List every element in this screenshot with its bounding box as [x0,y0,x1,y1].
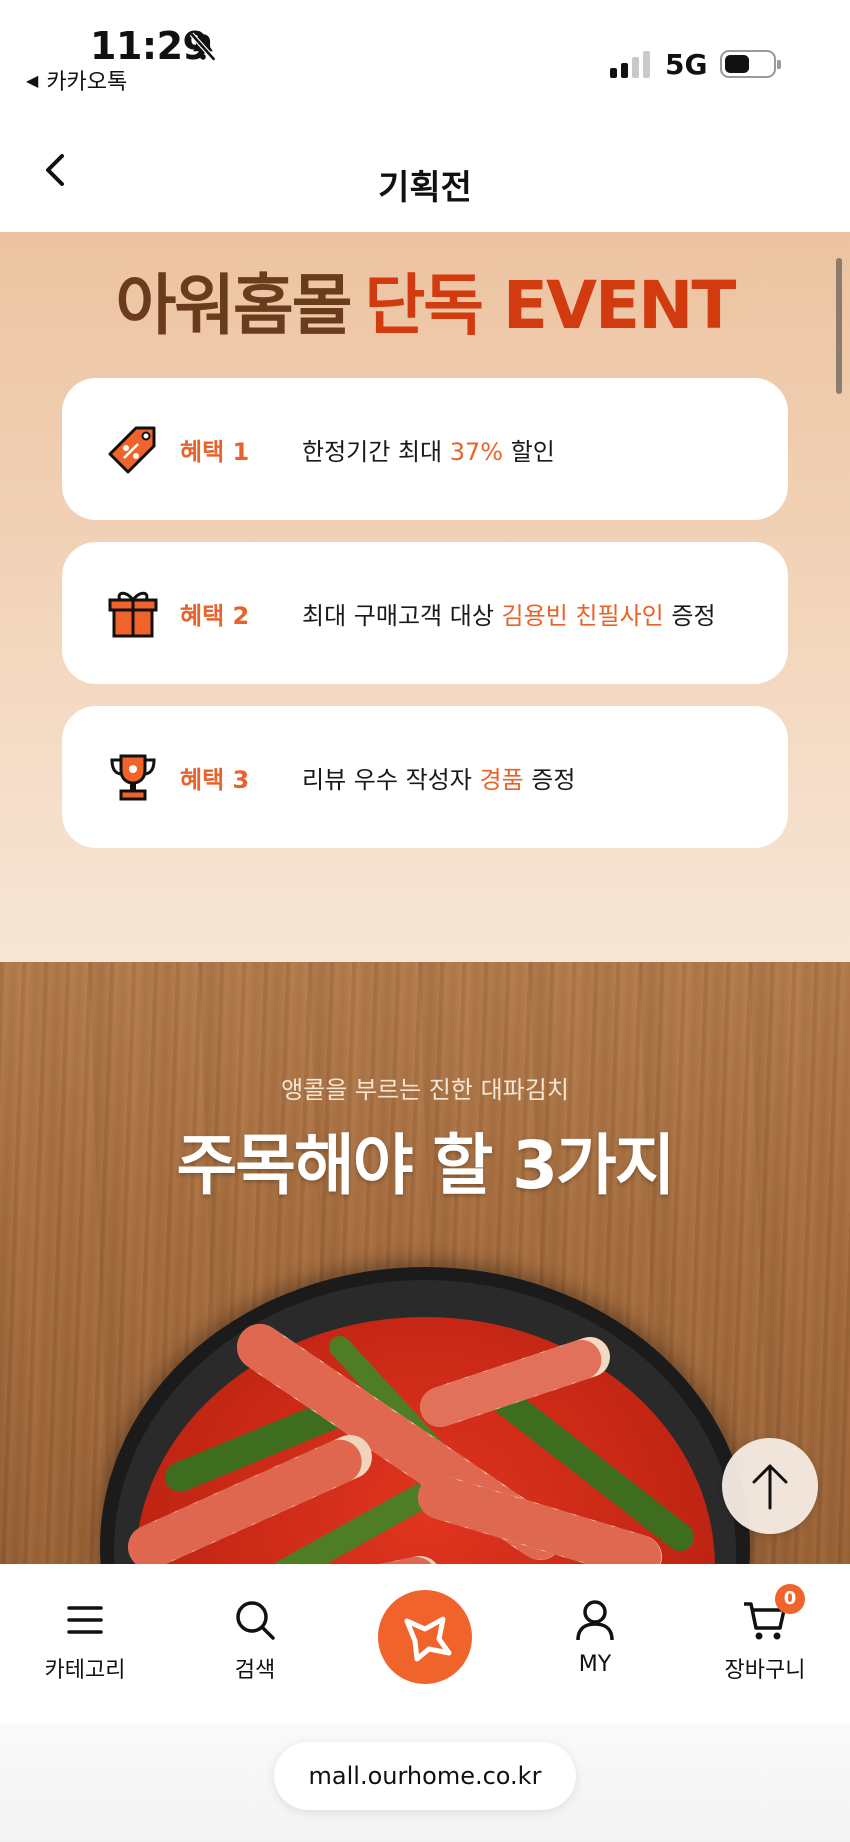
hero-subtitle: 앵콜을 부르는 진한 대파김치 [281,1076,569,1104]
nav-search[interactable]: 검색 [195,1598,315,1684]
event-title: 아워홈몰 단독 EVENT [0,252,850,348]
benefit-card-2: 혜택 2 최대 구매고객 대상 김용빈 친필사인 증정 [62,542,788,684]
benefit-card-3: 혜택 3 리뷰 우수 작성자 경품 증정 [62,706,788,848]
ourhome-logo-icon [404,1616,452,1662]
event-title-highlight: 단독 EVENT [364,267,736,344]
bottom-navigation: 카테고리 검색 MY 0 장바구니 [0,1564,850,1724]
discount-tag-icon [108,426,156,474]
nav-cart[interactable]: 0 장바구니 [705,1584,825,1684]
page-header: 기획전 [0,100,850,232]
event-banner: 아워홈몰 단독 EVENT 혜택 1 한정기간 최대 37% 할인 혜택 2 최대… [0,232,850,962]
browser-url-area: mall.ourhome.co.kr [0,1724,850,1842]
nav-label: 장바구니 [724,1658,806,1683]
trophy-icon [110,754,156,801]
benefit-card-1: 혜택 1 한정기간 최대 37% 할인 [62,378,788,520]
benefit-tag: 혜택 1 [180,437,250,466]
cart-count-badge: 0 [775,1584,805,1614]
benefit-text: 한정기간 최대 37% 할인 [302,437,555,466]
back-to-app-link[interactable]: ◀ 카카오톡 [26,64,127,96]
status-bar: 11:29 ◀ 카카오톡 5G [0,0,850,100]
url-bar[interactable]: mall.ourhome.co.kr [274,1742,576,1810]
event-title-brand: 아워홈몰 [115,267,353,344]
nav-my[interactable]: MY [535,1598,655,1677]
nav-label: MY [578,1652,612,1677]
search-icon [236,1601,275,1640]
scrollbar[interactable] [836,258,842,394]
benefit-tag: 혜택 3 [180,765,250,794]
benefit-text: 리뷰 우수 작성자 경품 증정 [302,765,576,794]
arrow-up-icon [752,1464,788,1510]
network-label: 5G [665,48,708,81]
user-icon [576,1600,614,1641]
nav-label: 카테고리 [44,1658,126,1683]
back-triangle-icon: ◀ [26,70,39,90]
scroll-top-button[interactable] [722,1438,818,1534]
benefit-tag: 혜택 2 [180,601,250,630]
nav-category[interactable]: 카테고리 [25,1598,145,1684]
bell-slash-icon [189,32,217,62]
page-title: 기획전 [378,168,472,208]
hero-headline: 주목해야 할 3가지 [176,1127,676,1204]
signal-icon [610,50,650,78]
back-app-label: 카카오톡 [46,70,128,95]
menu-icon [67,1606,103,1634]
nav-home-button[interactable] [378,1590,472,1684]
nav-label: 검색 [234,1658,276,1683]
gift-icon [108,591,158,638]
benefit-text: 최대 구매고객 대상 김용빈 친필사인 증정 [302,601,716,630]
battery-icon [720,50,781,78]
kimchi-image [128,1317,715,1564]
